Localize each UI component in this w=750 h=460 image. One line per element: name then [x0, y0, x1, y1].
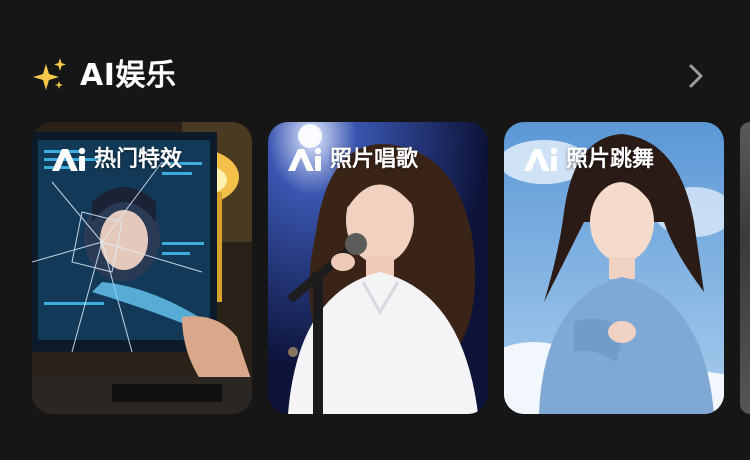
- card-photo-sing[interactable]: 照片唱歌: [268, 122, 488, 414]
- card-title: 热门特效: [94, 147, 183, 172]
- ai-badge-icon: [52, 147, 86, 171]
- sparkles-icon: [33, 58, 66, 90]
- card-label: 照片唱歌: [286, 144, 418, 176]
- card-label: 照片跳舞: [522, 144, 654, 176]
- card-hot-effects[interactable]: 热门特效: [32, 122, 252, 414]
- card-title: 照片跳舞: [566, 147, 655, 172]
- section-title: AI娱乐: [80, 58, 177, 93]
- card-title: 照片唱歌: [330, 147, 419, 172]
- card-label: 热门特效: [50, 144, 182, 176]
- ai-badge-icon: [288, 147, 322, 171]
- card-photo-dance[interactable]: 照片跳舞: [504, 122, 724, 414]
- chevron-right-icon[interactable]: [682, 62, 710, 90]
- section-header: AI娱乐: [32, 56, 710, 96]
- ai-badge-icon: [524, 147, 558, 171]
- card-next-partial[interactable]: [740, 122, 750, 414]
